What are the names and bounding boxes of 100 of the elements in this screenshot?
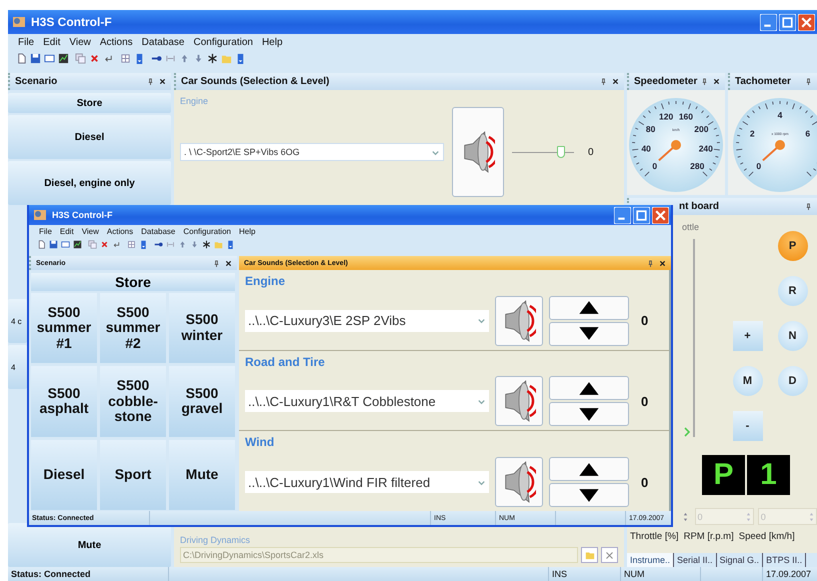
level-reading: 0 (641, 394, 648, 409)
gear-button[interactable]: + (732, 320, 762, 350)
scenario-button[interactable]: Mute (8, 523, 171, 567)
app-icon (33, 208, 47, 222)
minimize-button[interactable] (614, 206, 631, 224)
scenario-button[interactable]: 4 c (8, 299, 27, 343)
menu-item[interactable]: Configuration (183, 226, 231, 236)
new-file-icon[interactable] (37, 240, 46, 249)
new-file-icon[interactable] (16, 53, 27, 64)
gear-button[interactable]: D (778, 366, 808, 396)
up-arrow-icon[interactable] (178, 240, 187, 249)
close-icon[interactable] (612, 78, 619, 85)
slider-thumb[interactable] (556, 146, 565, 158)
menu-item[interactable]: Actions (106, 226, 134, 236)
file-dropdown[interactable]: ..\..\C-Luxury3\E 2SP 2Vibs (245, 310, 489, 332)
gear-button[interactable]: P (778, 230, 808, 260)
close-icon[interactable] (659, 260, 666, 266)
menu-item[interactable]: Help (238, 226, 256, 236)
save-icon[interactable] (49, 240, 58, 249)
menu-item[interactable]: View (69, 37, 91, 48)
scenario-button[interactable]: Diesel (31, 440, 97, 510)
gear-button[interactable]: R (778, 276, 808, 306)
scenario-button[interactable]: S500 gravel (169, 366, 235, 437)
close-icon[interactable] (159, 78, 166, 85)
scenario-button[interactable]: S500 asphalt (31, 366, 97, 437)
asterisk-icon[interactable] (202, 240, 211, 249)
close-button[interactable] (798, 14, 815, 30)
menu-item[interactable]: View (82, 226, 99, 236)
down-arrow-icon[interactable] (190, 240, 199, 249)
level-up-button[interactable] (549, 457, 629, 482)
group-label: Wind (245, 435, 274, 450)
level-down-button[interactable] (549, 483, 629, 508)
key-icon[interactable] (151, 53, 162, 64)
slider-thumb[interactable] (683, 427, 691, 437)
spin-arrows-icon[interactable] (683, 512, 688, 522)
pin-icon[interactable] (805, 203, 812, 210)
tab[interactable]: Instrume.. (627, 553, 674, 567)
level-up-button[interactable] (549, 376, 629, 400)
store-button[interactable]: Store (31, 273, 235, 291)
level-down-button[interactable] (549, 402, 629, 426)
close-icon[interactable] (225, 260, 232, 266)
menu-item[interactable]: File (18, 37, 34, 48)
scenario-button[interactable]: S500 cobble- stone (100, 366, 166, 437)
scenario-button[interactable]: Sport (100, 440, 166, 510)
speaker-button[interactable] (495, 457, 543, 508)
up-arrow-icon[interactable] (179, 53, 190, 64)
speaker-button[interactable] (452, 107, 504, 197)
scenario-button[interactable]: S500 summer #1 (31, 293, 97, 364)
pin-icon[interactable] (600, 78, 607, 85)
menu-item[interactable]: Database (142, 37, 184, 48)
close-icon[interactable] (713, 78, 720, 85)
close-button[interactable] (652, 206, 669, 224)
delete-icon[interactable] (89, 53, 100, 64)
level-up-button[interactable] (549, 296, 629, 320)
pin-icon[interactable] (147, 78, 154, 85)
speaker-button[interactable] (495, 376, 543, 426)
speaker-button[interactable] (495, 296, 543, 346)
menu-item[interactable]: Edit (60, 226, 74, 236)
return-arrow-icon[interactable] (112, 240, 121, 249)
scenario-button[interactable]: Diesel (8, 115, 171, 159)
scenario-button[interactable]: Diesel, engine only (8, 161, 171, 205)
scenario-button[interactable]: 4 (8, 345, 27, 389)
menu-item[interactable]: Configuration (193, 37, 253, 48)
maximize-button[interactable] (633, 206, 650, 224)
minimize-button[interactable] (760, 14, 777, 30)
file-dropdown[interactable]: ..\..\C-Luxury1\Wind FIR filtered (245, 471, 489, 494)
pin-icon[interactable] (805, 78, 812, 85)
save-icon[interactable] (30, 53, 41, 64)
delete-icon[interactable] (100, 240, 109, 249)
level-down-button[interactable] (549, 322, 629, 346)
maximize-button[interactable] (779, 14, 796, 30)
menu-item[interactable]: Help (262, 37, 283, 48)
scenario-button[interactable]: S500 winter (169, 293, 235, 364)
scenario-button[interactable]: S500 summer #2 (100, 293, 166, 364)
scenario-button[interactable]: Mute (169, 440, 235, 510)
menu-item[interactable]: Edit (43, 37, 60, 48)
key-icon[interactable] (154, 240, 163, 249)
gear-button[interactable]: N (778, 320, 808, 350)
pin-icon[interactable] (213, 260, 220, 266)
menu-item[interactable]: Database (141, 226, 176, 236)
scenario-button[interactable]: Store (8, 93, 171, 113)
chart-icon[interactable] (58, 53, 69, 64)
gear-button[interactable]: M (732, 366, 762, 396)
grid-icon[interactable] (127, 240, 136, 249)
panel-title: Tachometer (735, 76, 791, 87)
clear-button[interactable] (601, 547, 618, 563)
chart-icon[interactable] (73, 240, 82, 249)
pin-icon[interactable] (647, 260, 654, 266)
file-dropdown[interactable]: ..\..\C-Luxury1\R&T Cobblestone (245, 390, 489, 412)
folder-icon (584, 550, 594, 560)
pin-icon[interactable] (701, 78, 708, 85)
menu-item[interactable]: Actions (100, 37, 133, 48)
return-arrow-icon[interactable] (103, 53, 114, 64)
window-icon[interactable] (44, 53, 55, 64)
window-icon[interactable] (61, 240, 70, 249)
menu-item[interactable]: File (39, 226, 52, 236)
asterisk-icon[interactable] (207, 53, 218, 64)
grid-icon[interactable] (120, 53, 131, 64)
gear-button[interactable]: - (732, 410, 762, 440)
file-dropdown[interactable]: . \ \C-Sport2\E SP+Vibs 6OG (180, 143, 444, 161)
